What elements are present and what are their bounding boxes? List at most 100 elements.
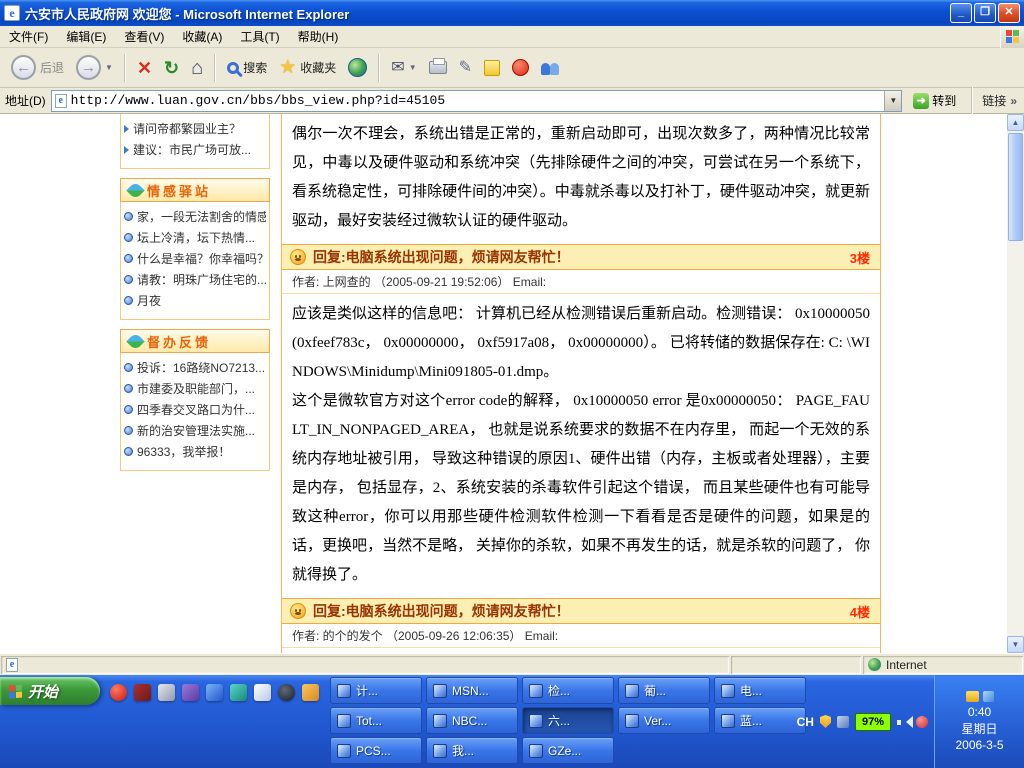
task-button[interactable]: 电... [714, 677, 806, 704]
menu-file[interactable]: 文件(F) [0, 25, 57, 48]
minimize-button[interactable]: _ [950, 3, 972, 23]
task-button[interactable]: 葡... [618, 677, 710, 704]
maximize-button[interactable]: ❐ [974, 3, 996, 23]
quicklaunch-icon[interactable] [182, 684, 199, 701]
sidebar-link[interactable]: 市建委及职能部门，... [124, 378, 266, 399]
status-zone-pane: Internet [863, 656, 1023, 674]
back-button[interactable]: ← 后退 [6, 52, 69, 84]
dot-bullet-icon [124, 405, 133, 414]
menu-favorites[interactable]: 收藏(A) [173, 25, 231, 48]
close-button[interactable]: ✕ [998, 3, 1020, 23]
scroll-down-icon[interactable]: ▼ [1007, 636, 1024, 653]
menu-help[interactable]: 帮助(H) [289, 25, 348, 48]
shield-icon[interactable] [820, 715, 831, 728]
forward-button[interactable]: → ▼ [71, 52, 118, 84]
favorites-button[interactable]: ★ 收藏夹 [274, 52, 341, 84]
search-button[interactable]: 搜索 [222, 52, 272, 84]
reply-header: 回复:电脑系统出现问题，烦请网友帮忙！ 4楼 [282, 598, 880, 624]
chat-button[interactable] [507, 52, 534, 84]
dot-bullet-icon [124, 426, 133, 435]
stop-button[interactable]: ✕ [132, 52, 157, 84]
sidebar-link[interactable]: 月夜 [124, 290, 266, 311]
ie-page-icon: e [55, 94, 67, 108]
quicklaunch-icon[interactable] [254, 684, 271, 701]
menu-tools[interactable]: 工具(T) [231, 25, 288, 48]
sidebar-link-list: 家，一段无法割舍的情感 坛上冷清，坛下热情... 什么是幸福？你幸福吗？ 请教：… [120, 202, 270, 320]
dot-bullet-icon [124, 384, 133, 393]
task-button[interactable]: 计... [330, 677, 422, 704]
quicklaunch-icon[interactable] [230, 684, 247, 701]
notes-button[interactable] [479, 52, 505, 84]
sidebar-link[interactable]: 建议：市民广场可放... [124, 139, 266, 160]
app-icon [721, 714, 735, 728]
ie-page-icon: e [6, 658, 18, 672]
clock-weekday: 星期日 [961, 720, 997, 737]
task-button[interactable]: 蓝... [714, 707, 806, 734]
address-dropdown-icon[interactable]: ▼ [884, 91, 901, 111]
task-button[interactable]: MSN... [426, 677, 518, 704]
sidebar-link[interactable]: 坛上冷清，坛下热情... [124, 227, 266, 248]
messenger-icon [541, 60, 559, 75]
clock-time: 0:40 [968, 705, 991, 719]
refresh-icon: ↻ [164, 59, 179, 77]
toolbar-separator [378, 54, 380, 82]
titlebar[interactable]: e 六安市人民政府网 欢迎您 - Microsoft Internet Expl… [0, 0, 1024, 26]
go-button[interactable]: ➜ 转到 [907, 90, 962, 111]
tray-app-icon[interactable] [837, 716, 849, 728]
battery-indicator[interactable]: 97% [855, 713, 891, 731]
scroll-thumb[interactable] [1008, 133, 1023, 241]
sidebar-link[interactable]: 家，一段无法割舍的情感 [124, 206, 266, 227]
start-button[interactable]: 开始 [0, 677, 100, 705]
app-icon [529, 684, 543, 698]
sidebar-link[interactable]: 96333，我举报！ [124, 441, 266, 462]
task-button[interactable]: PCS... [330, 737, 422, 764]
app-icon [721, 684, 735, 698]
task-button[interactable]: Ver... [618, 707, 710, 734]
task-button[interactable]: GZe... [522, 737, 614, 764]
menu-view[interactable]: 查看(V) [115, 25, 173, 48]
home-button[interactable]: ⌂ [186, 52, 208, 84]
sidebar-link[interactable]: 请问帝都繁园业主？ [124, 118, 266, 139]
edit-button[interactable]: ✎ [454, 52, 477, 84]
task-button[interactable]: 我... [426, 737, 518, 764]
quicklaunch-icon[interactable] [278, 684, 295, 701]
task-button[interactable]: NBC... [426, 707, 518, 734]
vertical-scrollbar[interactable]: ▲ ▼ [1007, 114, 1024, 653]
network-icon[interactable] [983, 691, 994, 702]
app-icon [529, 714, 543, 728]
address-input[interactable]: e http://www.luan.gov.cn/bbs/bbs_view.ph… [51, 90, 903, 112]
sidebar-link[interactable]: 什么是幸福？你幸福吗？ [124, 248, 266, 269]
clock-panel[interactable]: 0:40 星期日 2006-3-5 [934, 675, 1024, 768]
system-tray: CH 97% [797, 675, 934, 768]
smiley-icon [290, 603, 306, 619]
power-icon[interactable] [966, 691, 979, 702]
window-controls: _ ❐ ✕ [948, 3, 1020, 23]
tray-status-icon[interactable] [916, 716, 928, 728]
print-button[interactable] [424, 52, 452, 84]
task-button-active[interactable]: 六... [522, 707, 614, 734]
forum-sidebar: 请问帝都繁园业主？ 建议：市民广场可放... 情感驿站 家，一段无法割舍的情感 … [120, 114, 270, 471]
sidebar-link[interactable]: 新的治安管理法实施... [124, 420, 266, 441]
floor-badge: 4楼 [850, 602, 872, 621]
sidebar-link[interactable]: 请教：明珠广场住宅的... [124, 269, 266, 290]
links-menu[interactable]: 链接 » [982, 92, 1019, 109]
menu-edit[interactable]: 编辑(E) [57, 25, 115, 48]
clock-date: 2006-3-5 [955, 738, 1003, 752]
sidebar-link[interactable]: 四季春交叉路口为什... [124, 399, 266, 420]
quicklaunch-icon[interactable] [110, 684, 127, 701]
quicklaunch-icon[interactable] [158, 684, 175, 701]
history-button[interactable] [343, 52, 372, 84]
quicklaunch-icon[interactable] [302, 684, 319, 701]
quicklaunch-icon[interactable] [206, 684, 223, 701]
refresh-button[interactable]: ↻ [159, 52, 184, 84]
address-bar: 地址(D) e http://www.luan.gov.cn/bbs/bbs_v… [0, 88, 1024, 114]
language-indicator[interactable]: CH [797, 715, 814, 729]
task-button[interactable]: Tot... [330, 707, 422, 734]
task-button[interactable]: 检... [522, 677, 614, 704]
scroll-up-icon[interactable]: ▲ [1007, 114, 1024, 131]
messenger-button[interactable] [536, 52, 564, 84]
sidebar-link[interactable]: 投诉：16路绕NO7213... [124, 357, 266, 378]
quicklaunch-icon[interactable] [134, 684, 151, 701]
mail-button[interactable]: ✉ ▼ [386, 52, 421, 84]
volume-icon[interactable] [897, 716, 910, 728]
